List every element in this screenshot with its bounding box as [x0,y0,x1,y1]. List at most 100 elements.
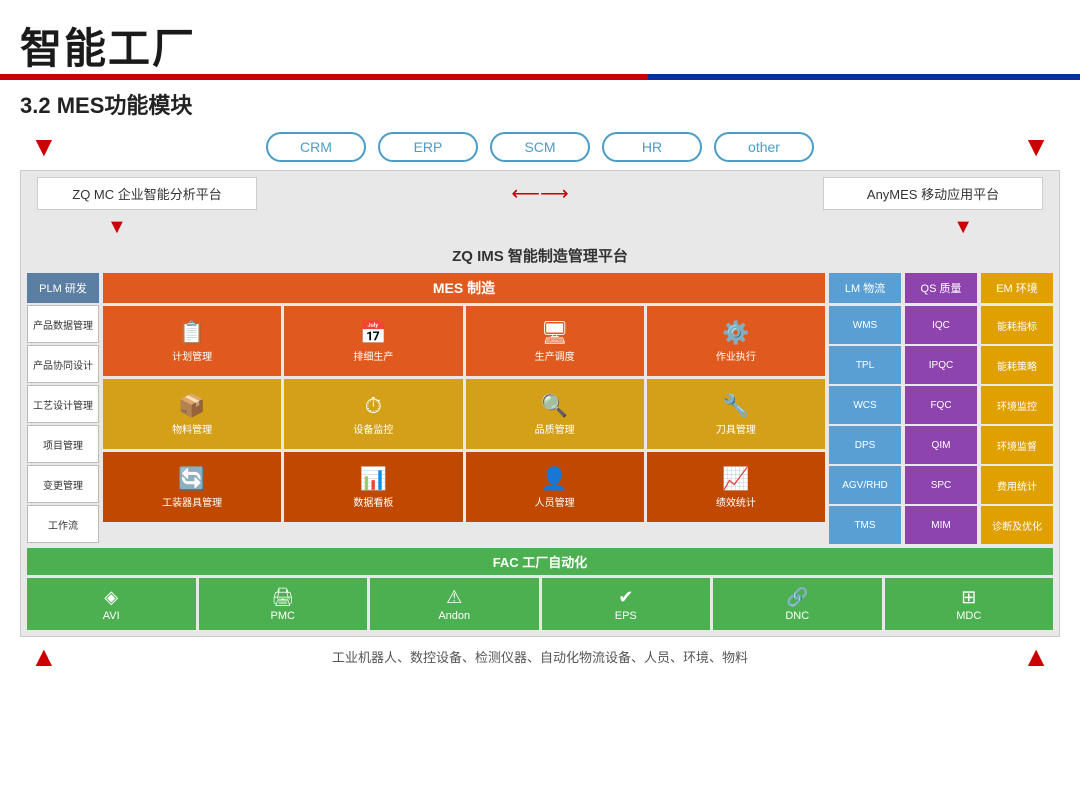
mes-label-6: 品质管理 [535,421,575,436]
top-arrow-left: ▼ [30,131,58,163]
auto-icon-0: ◈ [104,587,118,608]
lm-item-0: WMS [829,306,901,344]
auto-label-5: MDC [956,610,981,622]
qs-items: IQC IPQC FQC QIM SPC MIM [905,306,977,544]
mes-label-4: 物料管理 [172,421,212,436]
mes-icon-11: 📈 [722,466,749,492]
auto-label-3: EPS [615,610,637,622]
mes-cell-3: ⚙️ 作业执行 [647,306,825,376]
mes-icon-1: 📅 [360,320,387,346]
platform-right: AnyMES 移动应用平台 [823,177,1043,210]
mes-label-10: 人员管理 [535,494,575,509]
lm-item-4: AGV/RHD [829,466,901,504]
top-box-hr: HR [602,132,702,162]
top-box-erp: ERP [378,132,478,162]
mes-icon-3: ⚙️ [722,320,749,346]
mes-label-7: 刀具管理 [716,421,756,436]
top-box-scm: SCM [490,132,590,162]
lm-column: LM 物流 WMS TPL WCS DPS AGV/RHD TMS [829,273,901,544]
mes-cell-0: 📋 计划管理 [103,306,281,376]
mes-label-1: 排细生产 [353,348,393,363]
mes-grid: 📋 计划管理 📅 排细生产 🖥 生产调度 ⚙️ 作业执行 📦 物料管 [103,306,825,522]
header: 智能工厂 [0,0,1080,80]
mes-cell-5: ⏱ 设备监控 [284,379,462,449]
qs-header: QS 质量 [905,273,977,303]
mes-cell-4: 📦 物料管理 [103,379,281,449]
mes-label-5: 设备监控 [353,421,393,436]
section-title: 3.2 MES功能模块 [0,80,1080,128]
mes-icon-7: 🔧 [722,393,749,419]
top-boxes-row: CRM ERP SCM HR other [266,132,814,162]
mes-label-9: 数据看板 [353,494,393,509]
inner-grid: PLM 研发 产品数据管理 产品协同设计 工艺设计管理 项目管理 变更管理 工作… [27,273,1053,544]
lm-item-3: DPS [829,426,901,464]
plm-item-4: 变更管理 [27,465,99,503]
top-connectors-area: ▼ CRM ERP SCM HR other ▼ [0,128,1080,166]
auto-cell-4: 🔗 DNC [713,578,882,630]
auto-cell-0: ◈ AVI [27,578,196,630]
auto-icon-3: ✔ [618,587,633,608]
mes-cell-9: 📊 数据看板 [284,452,462,522]
plm-column: PLM 研发 产品数据管理 产品协同设计 工艺设计管理 项目管理 变更管理 工作… [27,273,99,544]
em-item-5: 诊断及优化 [981,506,1053,544]
plm-item-2: 工艺设计管理 [27,385,99,423]
mes-cell-8: 🔄 工装器具管理 [103,452,281,522]
plm-item-0: 产品数据管理 [27,305,99,343]
ims-title: ZQ IMS 智能制造管理平台 [27,242,1053,269]
lm-header: LM 物流 [829,273,901,303]
auto-cell-2: ⚠ Andon [370,578,539,630]
plm-item-3: 项目管理 [27,425,99,463]
lm-item-2: WCS [829,386,901,424]
mes-icon-2: 🖥 [541,320,569,346]
down-arrow-left: ▼ [107,216,127,239]
auto-icon-2: ⚠ [446,587,462,608]
platform-arrows-row: ▼ ▼ [27,216,1053,239]
header-accent-bar [0,74,1080,80]
mes-icon-8: 🔄 [178,466,205,492]
qs-column: QS 质量 IQC IPQC FQC QIM SPC MIM [905,273,977,544]
qs-item-3: QIM [905,426,977,464]
em-item-2: 环境监控 [981,386,1053,424]
mes-icon-6: 🔍 [541,393,568,419]
em-item-1: 能耗策略 [981,346,1053,384]
auto-cell-5: ⊞ MDC [885,578,1054,630]
bottom-text: 工业机器人、数控设备、检测仪器、自动化物流设备、人员、环境、物料 [332,647,748,666]
qs-item-2: FQC [905,386,977,424]
main-content-area: ZQ MC 企业智能分析平台 ⟵⟶ AnyMES 移动应用平台 ▼ ▼ ZQ I… [20,170,1060,637]
mes-label-11: 绩效统计 [716,494,756,509]
bottom-arrow-right: ▲ [1022,641,1050,673]
em-header: EM 环境 [981,273,1053,303]
qs-item-0: IQC [905,306,977,344]
fac-bar: FAC 工厂自动化 [27,548,1053,575]
platform-left: ZQ MC 企业智能分析平台 [37,177,257,210]
mes-cell-11: 📈 绩效统计 [647,452,825,522]
top-arrow-right: ▼ [1022,131,1050,163]
mes-label-2: 生产调度 [535,348,575,363]
bottom-arrow-left: ▲ [30,641,58,673]
auto-cell-3: ✔ EPS [542,578,711,630]
mes-label-0: 计划管理 [172,348,212,363]
bottom-section: ▲ 工业机器人、数控设备、检测仪器、自动化物流设备、人员、环境、物料 ▲ [0,641,1080,672]
mes-label-3: 作业执行 [716,348,756,363]
qs-item-5: MIM [905,506,977,544]
lm-items: WMS TPL WCS DPS AGV/RHD TMS [829,306,901,544]
plm-header: PLM 研发 [27,273,99,303]
plm-item-1: 产品协同设计 [27,345,99,383]
auto-cell-1: 🖨 PMC [199,578,368,630]
mes-icon-9: 📊 [360,466,387,492]
mes-cell-6: 🔍 品质管理 [466,379,644,449]
plm-item-5: 工作流 [27,505,99,543]
auto-icon-4: 🔗 [786,587,808,608]
qs-item-1: IPQC [905,346,977,384]
mes-icon-10: 👤 [541,466,568,492]
auto-icon-1: 🖨 [271,587,294,608]
em-column: EM 环境 能耗指标 能耗策略 环境监控 环境监督 费用统计 诊断及优化 [981,273,1053,544]
auto-label-4: DNC [785,610,809,622]
mes-header: MES 制造 [103,273,825,303]
qs-item-4: SPC [905,466,977,504]
mes-cell-2: 🖥 生产调度 [466,306,644,376]
mes-column: MES 制造 📋 计划管理 📅 排细生产 🖥 生产调度 ⚙️ 作业执行 [103,273,825,544]
lm-item-1: TPL [829,346,901,384]
em-item-0: 能耗指标 [981,306,1053,344]
auto-label-0: AVI [103,610,120,622]
